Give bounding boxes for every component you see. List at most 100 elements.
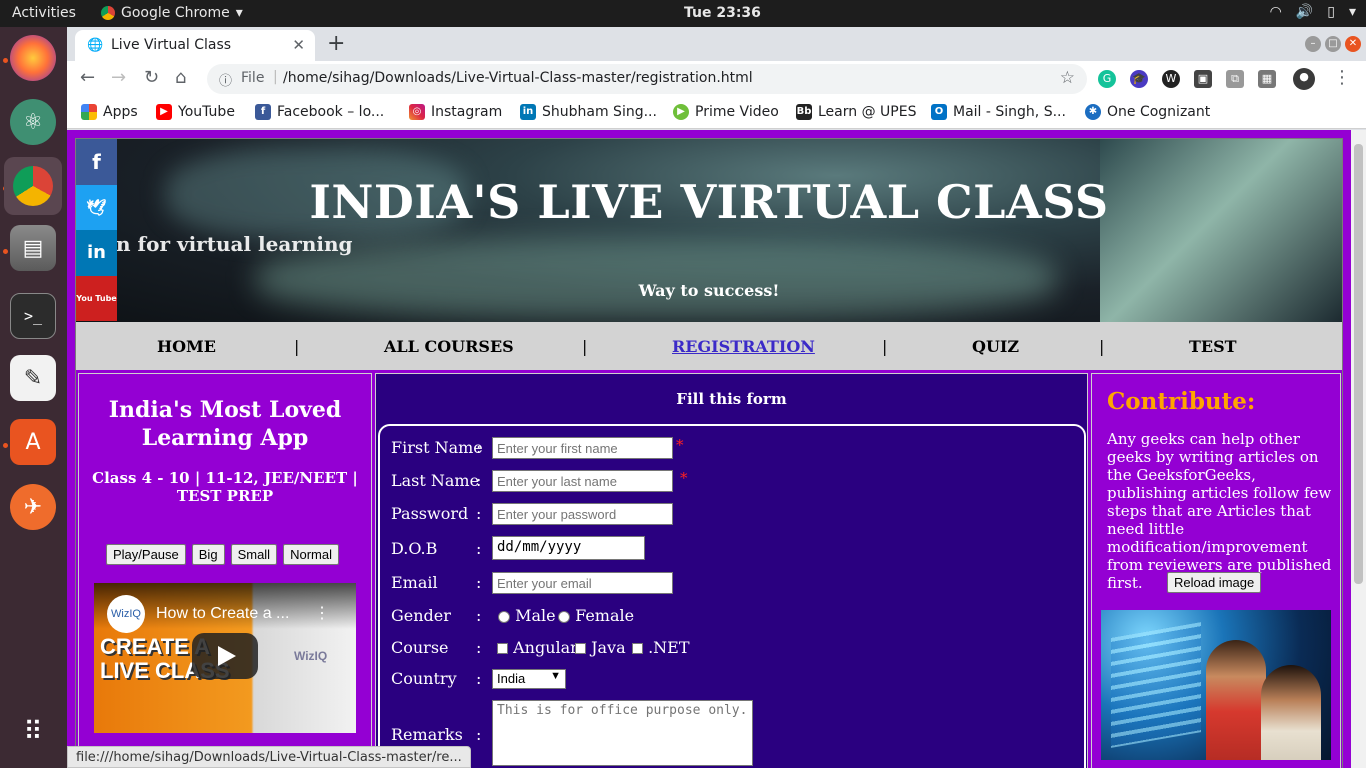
reload-image-button[interactable]: Reload image — [1167, 572, 1262, 593]
colon: : — [476, 504, 482, 523]
course-java-option[interactable]: Java — [575, 638, 626, 657]
nav-separator: | — [294, 337, 300, 356]
youtube-icon[interactable]: You Tube — [76, 275, 117, 321]
wappalyzer-icon[interactable]: W — [1162, 70, 1180, 88]
clock[interactable]: Tue 23:36 — [684, 5, 761, 21]
male-radio[interactable] — [498, 610, 510, 623]
show-apps-icon[interactable]: ⠿ — [10, 709, 56, 755]
minimize-icon[interactable]: – — [1305, 36, 1321, 52]
graduation-cap-icon[interactable]: 🎓 — [1130, 70, 1148, 88]
reload-icon[interactable]: ↻ — [144, 67, 159, 88]
java-checkbox[interactable] — [575, 643, 586, 654]
nav-home[interactable]: HOME — [157, 337, 216, 356]
youtube-icon: ▶ — [156, 104, 172, 120]
tab-title: Live Virtual Class — [111, 37, 232, 53]
text-editor-icon[interactable]: ✎ — [10, 355, 56, 401]
course-net-option[interactable]: .NET — [632, 638, 690, 657]
system-tray[interactable]: ◠ 🔊 ▯ ▾ — [1270, 4, 1356, 20]
video-title[interactable]: How to Create a ... — [156, 605, 289, 623]
firefox-icon[interactable] — [10, 35, 56, 81]
home-icon[interactable]: ⌂ — [175, 67, 186, 88]
colon: : — [476, 471, 482, 490]
big-button[interactable]: Big — [191, 544, 225, 565]
page-scrollbar[interactable] — [1351, 130, 1366, 768]
bookmark-youtube[interactable]: ▶ YouTube — [156, 104, 235, 120]
nav-registration[interactable]: REGISTRATION — [672, 337, 815, 356]
required-mark: * — [676, 436, 684, 454]
country-value: India — [497, 671, 526, 686]
more-options-icon[interactable]: ⋮ — [314, 603, 330, 622]
forward-icon[interactable]: → — [111, 67, 126, 88]
dob-input[interactable]: dd/mm/yyyy — [492, 536, 645, 560]
nav-test[interactable]: TEST — [1189, 337, 1237, 356]
country-select[interactable]: India ▼ — [492, 669, 566, 689]
linkedin-icon[interactable]: in — [76, 230, 117, 276]
close-icon[interactable]: ✕ — [292, 36, 305, 54]
copy-extension-icon[interactable]: ⧉ — [1226, 70, 1244, 88]
bookmark-instagram[interactable]: ◎ Instagram — [409, 104, 502, 120]
tab-strip: 🌐 Live Virtual Class ✕ + – □ ✕ — [67, 27, 1366, 61]
nav-all-courses[interactable]: ALL COURSES — [384, 337, 514, 356]
linkedin-icon: in — [520, 104, 536, 120]
email-input[interactable] — [492, 572, 673, 594]
chevron-down-icon: ▾ — [235, 5, 243, 21]
bookmark-facebook[interactable]: f Facebook – lo... — [255, 104, 384, 120]
java-label: Java — [591, 638, 626, 657]
bookmark-apps[interactable]: Apps — [81, 104, 138, 120]
grammarly-icon[interactable]: G — [1098, 70, 1116, 88]
chart-extension-icon[interactable]: ▦ — [1258, 70, 1276, 88]
software-center-icon[interactable]: A — [10, 419, 56, 465]
postman-icon[interactable]: ✈ — [10, 484, 56, 530]
bookmark-learn-upes[interactable]: Bb Learn @ UPES — [796, 104, 916, 120]
close-window-icon[interactable]: ✕ — [1345, 36, 1361, 52]
play-pause-button[interactable]: Play/Pause — [106, 544, 186, 565]
bookmark-linkedin[interactable]: in Shubham Sing... — [520, 104, 657, 120]
course-angular-option[interactable]: Angular — [497, 638, 578, 657]
activities-button[interactable]: Activities — [12, 5, 76, 21]
new-tab-button[interactable]: + — [327, 31, 345, 56]
nav-separator: | — [582, 337, 588, 356]
password-input[interactable] — [492, 503, 673, 525]
normal-button[interactable]: Normal — [283, 544, 339, 565]
bookmark-prime-video[interactable]: ▶ Prime Video — [673, 104, 779, 120]
address-bar[interactable]: ⓘ File | /home/sihag/Downloads/Live-Virt… — [207, 64, 1087, 94]
maximize-icon[interactable]: □ — [1325, 36, 1341, 52]
gender-male-option[interactable]: Male — [498, 606, 556, 625]
battery-icon: ▯ — [1327, 4, 1335, 20]
first-name-input[interactable] — [492, 437, 673, 459]
social-sidebar: f 🕊 in You Tube — [76, 139, 117, 322]
terminal-icon[interactable]: >_ — [10, 293, 56, 339]
tab-live-virtual-class[interactable]: 🌐 Live Virtual Class ✕ — [75, 30, 315, 61]
remarks-textarea[interactable]: This is for office purpose only. — [492, 700, 753, 766]
back-icon[interactable]: ← — [80, 67, 95, 88]
link-status-bar: file:///home/sihag/Downloads/Live-Virtua… — [67, 746, 471, 768]
facebook-icon[interactable]: f — [76, 139, 117, 185]
video-player[interactable]: WizIQ How to Create a ... ⋮ CREATE A LIVE… — [94, 583, 356, 733]
bookmark-mail[interactable]: O Mail - Singh, S... — [931, 104, 1066, 120]
bookmark-star-icon[interactable]: ☆ — [1060, 68, 1075, 88]
atom-editor-icon[interactable]: ⚛ — [10, 99, 56, 145]
twitter-icon[interactable]: 🕊 — [76, 184, 117, 230]
kids-hologram-image — [1101, 610, 1331, 760]
net-checkbox[interactable] — [632, 643, 643, 654]
tagline: Way to success! — [638, 281, 780, 300]
last-name-input[interactable] — [492, 470, 673, 492]
female-radio[interactable] — [558, 610, 570, 623]
chrome-dock-icon[interactable] — [4, 157, 62, 215]
image-extension-icon[interactable]: ▣ — [1194, 70, 1212, 88]
bookmark-one-cognizant[interactable]: ✱ One Cognizant — [1085, 104, 1210, 120]
nav-quiz[interactable]: QUIZ — [972, 337, 1019, 356]
profile-avatar[interactable]: ● — [1293, 68, 1315, 90]
info-icon[interactable]: ⓘ — [219, 70, 232, 89]
angular-checkbox[interactable] — [497, 643, 508, 654]
play-icon[interactable] — [192, 633, 258, 679]
chevron-down-icon: ▼ — [550, 670, 561, 682]
url-text[interactable]: /home/sihag/Downloads/Live-Virtual-Class… — [283, 70, 753, 86]
gender-female-option[interactable]: Female — [558, 606, 634, 625]
small-button[interactable]: Small — [230, 544, 278, 565]
running-indicator — [3, 249, 8, 254]
menu-dots-icon[interactable]: ⋮ — [1333, 67, 1351, 88]
files-icon[interactable]: ▤ — [10, 225, 56, 271]
scrollbar-thumb[interactable] — [1354, 144, 1363, 584]
app-menu[interactable]: Google Chrome ▾ — [101, 5, 243, 21]
